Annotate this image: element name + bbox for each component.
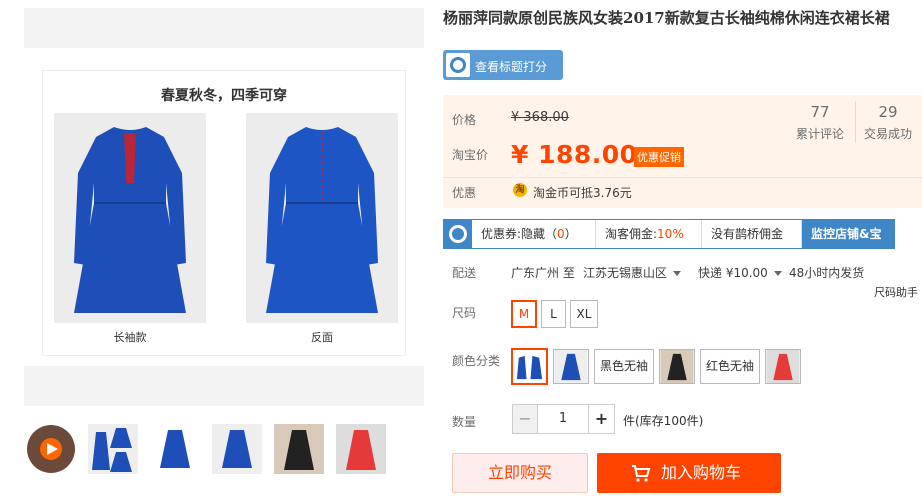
thumbnail-2[interactable]: [150, 424, 200, 474]
color-label: 颜色分类: [452, 354, 501, 368]
commission-prefix: 淘客佣金:: [605, 227, 658, 241]
ship-to-dropdown[interactable]: 江苏无锡惠山区: [583, 264, 682, 281]
color-option-black[interactable]: [659, 349, 695, 384]
stat-divider: [855, 101, 856, 143]
quantity-input[interactable]: 1: [537, 404, 589, 434]
ship-to-text: 江苏无锡惠山区: [583, 266, 668, 280]
size-label: 尺码: [452, 306, 477, 320]
score-button[interactable]: 查看标题打分: [443, 50, 563, 80]
buy-now-button[interactable]: 立即购买: [452, 453, 588, 493]
image-label-back: 反面: [311, 331, 333, 344]
thumbnail-5[interactable]: [336, 424, 386, 474]
gallery-bottom-bar: [24, 366, 424, 406]
express-dropdown[interactable]: 快递 ¥10.00: [698, 264, 782, 281]
score-icon: [446, 53, 470, 77]
bridge-segment[interactable]: 没有鹊桥佣金: [702, 220, 802, 248]
ship-from: 广东广州 至: [511, 266, 575, 280]
stock-text: 件(库存100件): [623, 414, 704, 428]
quantity-decrease-button[interactable]: −: [512, 404, 538, 434]
discount-label: 优惠: [452, 186, 477, 200]
gallery-top-bar: [24, 8, 424, 48]
price-box: 价格 ¥ 368.00 淘宝价 ¥ 188.00 优惠促销 优惠 淘 淘金币可抵…: [443, 95, 922, 208]
color-option-red[interactable]: [765, 349, 801, 384]
add-to-cart-label: 加入购物车: [661, 463, 742, 482]
current-price: ¥ 188.00: [511, 140, 638, 169]
chevron-down-icon: [773, 271, 782, 276]
size-option-m[interactable]: M: [511, 300, 537, 328]
image-caption: 春夏秋冬，四季可穿: [161, 88, 287, 104]
reviews-stat[interactable]: 77 累计评论: [790, 103, 850, 142]
coin-text: 淘金币可抵3.76元: [533, 186, 632, 200]
coupon-suffix: ）: [564, 227, 577, 241]
color-option-red-sleeveless[interactable]: 红色无袖: [700, 349, 760, 384]
price-divider: [443, 177, 922, 178]
monitor-button[interactable]: 监控店铺&宝贝: [802, 220, 894, 269]
promo-tag[interactable]: 优惠促销: [634, 147, 684, 167]
video-thumbnail[interactable]: [26, 424, 76, 474]
add-to-cart-button[interactable]: 加入购物车: [597, 453, 781, 493]
product-title: 杨丽萍同款原创民族风女装2017新款复古长袖纯棉休闲连衣裙长裙: [443, 9, 890, 27]
shipping-label: 配送: [452, 266, 477, 280]
promo-bar-icon: [444, 220, 472, 248]
original-price: ¥ 368.00: [511, 110, 569, 125]
promo-bar: 优惠券:隐藏（0） 淘客佣金:10% 没有鹊桥佣金 监控店铺&宝贝: [443, 219, 895, 269]
dispatch-time: 48小时内发货: [789, 266, 865, 280]
color-option-black-sleeveless[interactable]: 黑色无袖: [594, 349, 654, 384]
sales-count: 29: [878, 103, 898, 121]
quantity-label: 数量: [452, 415, 477, 429]
coupon-segment[interactable]: 优惠券:隐藏（0）: [472, 220, 596, 248]
color-option-blue[interactable]: [553, 349, 589, 384]
thumbnail-1[interactable]: [88, 424, 138, 474]
reviews-label: 累计评论: [795, 127, 844, 141]
main-product-image[interactable]: 春夏秋冬，四季可穿 长袖款 反面: [42, 70, 406, 356]
reviews-count: 77: [810, 103, 830, 121]
express-text: 快递 ¥10.00: [698, 266, 768, 280]
chevron-down-icon: [673, 271, 682, 276]
thumbnail-4[interactable]: [274, 424, 324, 474]
commission-segment[interactable]: 淘客佣金:10%: [596, 220, 702, 248]
score-button-label: 查看标题打分: [475, 60, 548, 74]
price-label: 价格: [452, 113, 477, 127]
size-option-xl[interactable]: XL: [570, 300, 598, 328]
commission-value: 10%: [657, 227, 684, 241]
taobao-price-label: 淘宝价: [452, 148, 489, 162]
sales-stat: 29 交易成功: [858, 103, 918, 142]
sales-label: 交易成功: [863, 127, 912, 141]
thumbnail-3[interactable]: [212, 424, 262, 474]
dress-front-photo: [54, 113, 206, 323]
size-option-l[interactable]: L: [541, 300, 566, 328]
quantity-increase-button[interactable]: +: [588, 404, 615, 434]
color-option-blue-long[interactable]: [511, 348, 548, 385]
image-label-long-sleeve: 长袖款: [113, 331, 147, 344]
coin-icon: 淘: [513, 183, 527, 197]
coupon-value: 0: [557, 227, 565, 241]
size-helper-link[interactable]: 尺码助手: [874, 284, 918, 300]
dress-back-photo: [246, 113, 398, 323]
coupon-prefix: 优惠券:隐藏（: [481, 227, 558, 241]
cart-icon: [632, 465, 651, 482]
